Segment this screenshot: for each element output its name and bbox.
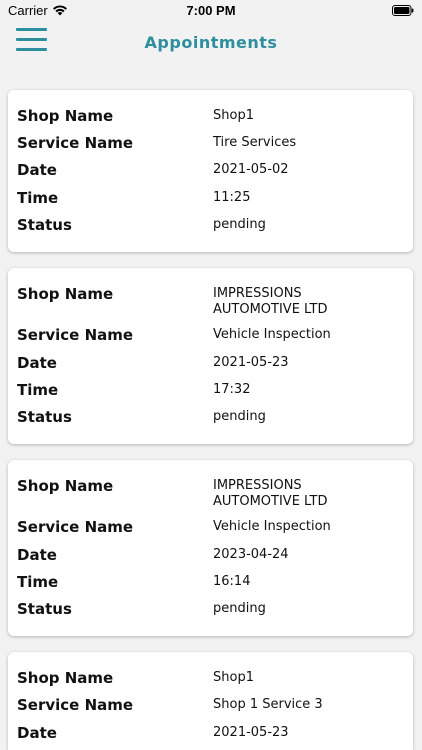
time-label: Time bbox=[17, 573, 59, 591]
time-label: Time bbox=[17, 189, 59, 207]
service-name-label: Service Name bbox=[17, 518, 134, 536]
service-name-value: Shop 1 Service 3 bbox=[213, 697, 323, 712]
date-value: 2023-04-24 bbox=[213, 547, 289, 562]
shop-name-label: Shop Name bbox=[17, 285, 114, 303]
clock: 7:00 PM bbox=[186, 3, 236, 18]
status-value: pending bbox=[213, 601, 266, 616]
time-value: 16:14 bbox=[213, 574, 251, 589]
date-label: Date bbox=[17, 354, 57, 372]
appointment-card[interactable]: Shop Name Shop1 Service Name Tire Servic… bbox=[8, 90, 413, 252]
time-value: 11:25 bbox=[213, 190, 251, 205]
service-name-label: Service Name bbox=[17, 696, 134, 714]
appointment-card[interactable]: Shop Name Shop1 Service Name Shop 1 Serv… bbox=[8, 652, 413, 750]
date-label: Date bbox=[17, 546, 57, 564]
shop-name-value: Shop1 bbox=[213, 670, 254, 685]
shop-name-label: Shop Name bbox=[17, 669, 114, 687]
battery-icon bbox=[392, 5, 414, 16]
page-title: Appointments bbox=[144, 33, 278, 52]
appointment-card[interactable]: Shop Name IMPRESSIONS AUTOMOTIVE LTD Ser… bbox=[8, 268, 413, 444]
service-name-label: Service Name bbox=[17, 134, 134, 152]
appointment-card[interactable]: Shop Name IMPRESSIONS AUTOMOTIVE LTD Ser… bbox=[8, 460, 413, 636]
shop-name-value: Shop1 bbox=[213, 108, 254, 123]
service-name-label: Service Name bbox=[17, 326, 134, 344]
navigation-bar: Appointments bbox=[0, 22, 422, 66]
service-name-value: Vehicle Inspection bbox=[213, 327, 331, 342]
shop-name-value: IMPRESSIONS AUTOMOTIVE LTD bbox=[213, 286, 328, 317]
shop-name-label: Shop Name bbox=[17, 477, 114, 495]
status-label: Status bbox=[17, 408, 72, 426]
time-label: Time bbox=[17, 381, 59, 399]
status-bar: Carrier 7:00 PM bbox=[0, 0, 422, 22]
status-label: Status bbox=[17, 216, 72, 234]
service-name-value: Vehicle Inspection bbox=[213, 519, 331, 534]
date-label: Date bbox=[17, 161, 57, 179]
time-value: 17:32 bbox=[213, 382, 251, 397]
status-value: pending bbox=[213, 409, 266, 424]
status-label: Status bbox=[17, 600, 72, 618]
shop-name-value: IMPRESSIONS AUTOMOTIVE LTD bbox=[213, 478, 328, 509]
date-value: 2021-05-23 bbox=[213, 725, 289, 740]
date-value: 2021-05-23 bbox=[213, 355, 289, 370]
service-name-value: Tire Services bbox=[213, 135, 297, 150]
date-value: 2021-05-02 bbox=[213, 162, 289, 177]
status-value: pending bbox=[213, 217, 266, 232]
shop-name-label: Shop Name bbox=[17, 107, 114, 125]
date-label: Date bbox=[17, 724, 57, 742]
